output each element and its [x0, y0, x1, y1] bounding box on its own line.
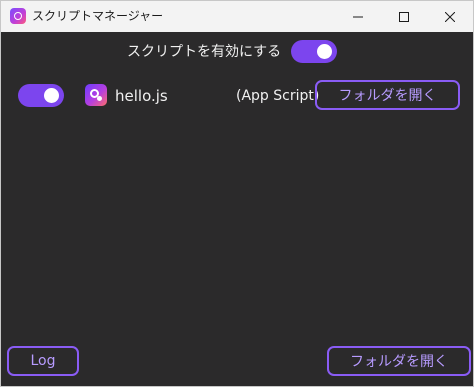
open-folder-button[interactable]: フォルダを開く — [327, 346, 471, 376]
close-icon — [445, 11, 455, 22]
main-content: スクリプトを有効にする hello.js (App Script) フォルダを開… — [1, 32, 473, 386]
log-button[interactable]: Log — [7, 346, 79, 376]
maximize-icon — [399, 11, 409, 22]
open-script-folder-button[interactable]: フォルダを開く — [315, 80, 460, 110]
script-icon — [85, 84, 107, 106]
app-icon — [10, 8, 26, 24]
script-type: (App Script) — [236, 88, 320, 104]
minimize-icon — [353, 16, 363, 17]
window-title: スクリプトマネージャー — [32, 9, 164, 23]
script-enabled-toggle[interactable] — [18, 84, 64, 107]
enable-scripts-label: スクリプトを有効にする — [127, 44, 282, 60]
enable-scripts-toggle[interactable] — [291, 40, 337, 63]
toggle-knob — [317, 44, 332, 59]
toggle-knob — [44, 88, 59, 103]
minimize-button[interactable] — [335, 1, 381, 32]
script-manager-window: スクリプトマネージャー スクリプトを有効にする hello.js (App Sc… — [0, 0, 474, 387]
title-bar[interactable]: スクリプトマネージャー — [1, 1, 473, 32]
script-name: hello.js — [115, 87, 168, 105]
maximize-button[interactable] — [381, 1, 427, 32]
close-button[interactable] — [427, 1, 473, 32]
